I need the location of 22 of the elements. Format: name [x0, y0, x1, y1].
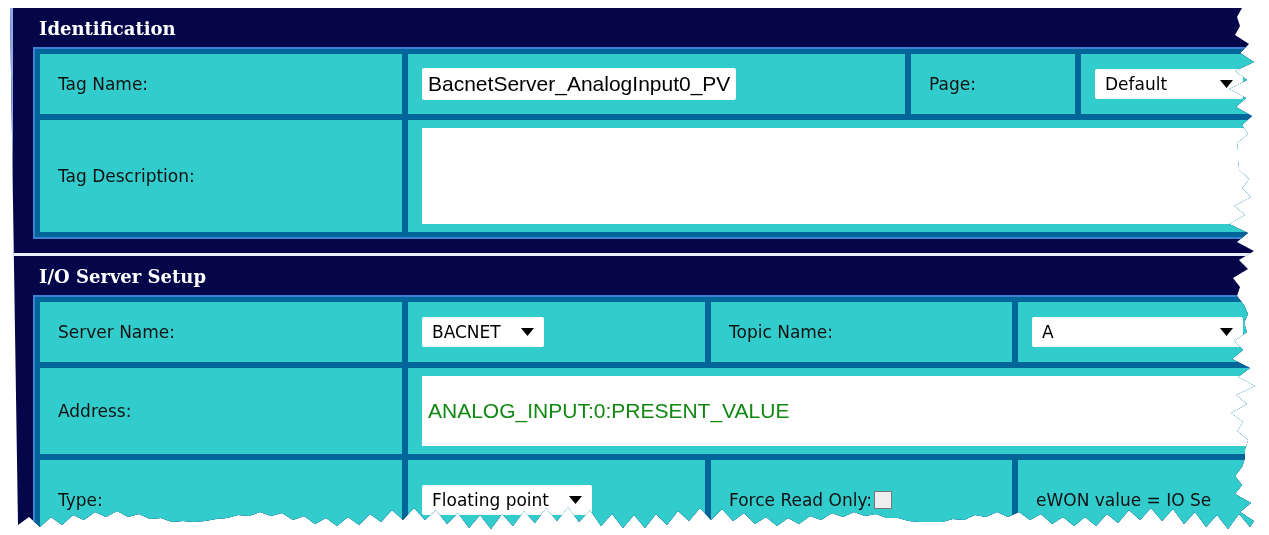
text-field[interactable]: BacnetServer_AnalogInput0_PV — [422, 68, 737, 100]
field-label: Type: — [58, 490, 103, 510]
field-label: Topic Name: — [729, 322, 834, 342]
caret-icon — [520, 328, 534, 336]
dropdown[interactable]: Floating point — [422, 485, 593, 515]
field-label: Tag Description: — [58, 166, 195, 186]
section-title: Identification — [39, 18, 176, 39]
field-label: Page: — [929, 74, 976, 94]
dropdown[interactable]: Default — [1095, 69, 1243, 99]
checkbox[interactable] — [873, 491, 892, 509]
section-title: I/O Server Setup — [39, 266, 206, 287]
field-label: Server Name: — [58, 322, 176, 342]
address-field[interactable]: ANALOG_INPUT:0:PRESENT_VALUE — [422, 376, 1255, 446]
field-label: Tag Name: — [58, 74, 149, 94]
dropdown[interactable]: A — [1032, 317, 1243, 347]
field-label: Address: — [58, 401, 132, 421]
caret-icon — [569, 496, 583, 504]
checkbox-label: Force Read Only: — [729, 490, 872, 510]
caret-icon — [1220, 328, 1233, 336]
dropdown[interactable]: BACNET — [422, 317, 544, 347]
field-label: eWON value = IO Se — [1036, 490, 1212, 510]
caret-icon — [1220, 80, 1233, 88]
